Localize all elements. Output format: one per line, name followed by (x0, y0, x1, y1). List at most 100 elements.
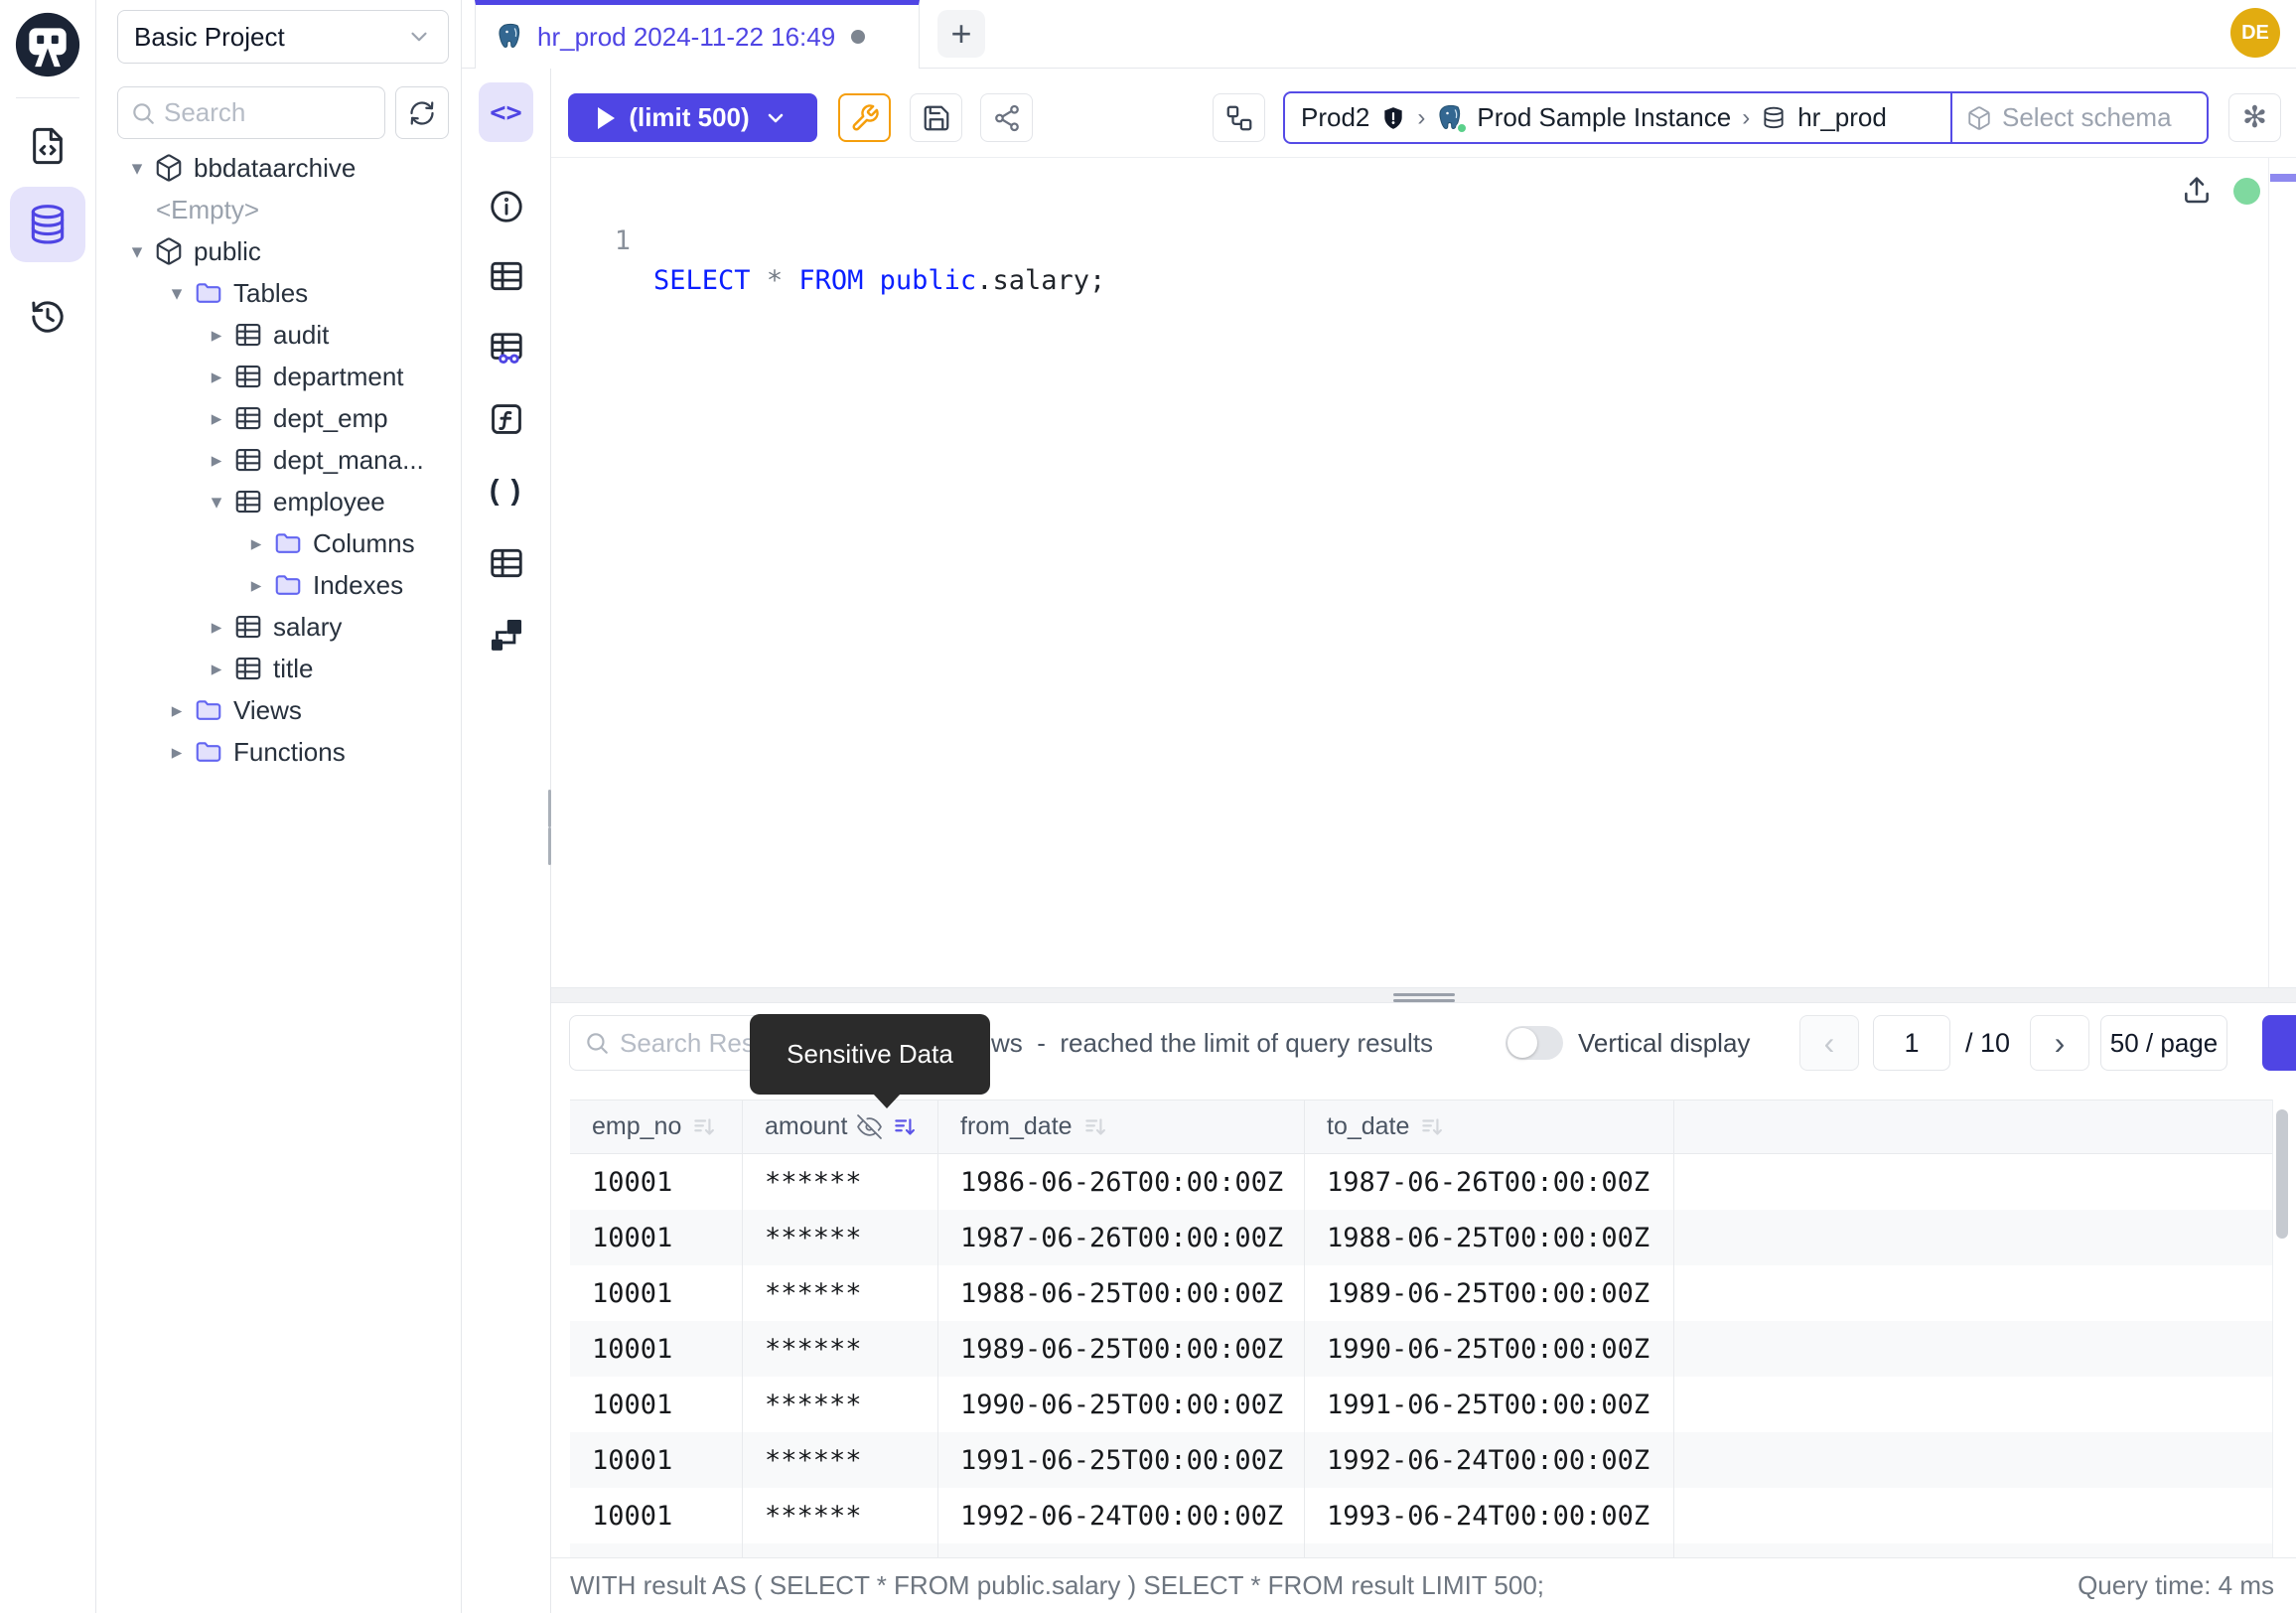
tree-caret-icon[interactable]: ▸ (200, 406, 233, 431)
cell-from-date[interactable]: 1993-06-24T00:00:00Z (937, 1543, 1304, 1557)
table-row[interactable]: 10001 ****** 1992-06-24T00:00:00Z 1993-0… (570, 1488, 2272, 1543)
sidebar-resize-handle[interactable] (548, 790, 555, 865)
info-icon[interactable] (486, 186, 527, 227)
cell-amount-masked[interactable]: ****** (742, 1154, 937, 1210)
connection-breadcrumb[interactable]: Prod2 › (1283, 91, 2209, 144)
tree-caret-icon[interactable]: ▸ (200, 448, 233, 473)
cell-from-date[interactable]: 1986-06-26T00:00:00Z (937, 1154, 1304, 1210)
project-selector[interactable]: Basic Project (117, 10, 449, 64)
tree-caret-icon[interactable]: ▾ (120, 156, 154, 181)
table-row[interactable]: 10001 ****** 1987-06-26T00:00:00Z 1988-0… (570, 1210, 2272, 1265)
history-icon[interactable] (25, 294, 71, 340)
tree-caret-icon[interactable]: ▾ (200, 490, 233, 514)
cell-amount-masked[interactable]: ****** (742, 1488, 937, 1543)
cell-from-date[interactable]: 1988-06-25T00:00:00Z (937, 1265, 1304, 1321)
cell-to-date[interactable]: 1990-06-25T00:00:00Z (1304, 1321, 1673, 1377)
cell-emp-no[interactable]: 10001 (570, 1265, 742, 1321)
export-button[interactable] (2262, 1015, 2296, 1071)
cell-emp-no[interactable]: 10001 (570, 1154, 742, 1210)
upload-icon[interactable] (2181, 174, 2213, 206)
cell-amount-masked[interactable]: ****** (742, 1377, 937, 1432)
cell-from-date[interactable]: 1992-06-24T00:00:00Z (937, 1488, 1304, 1543)
cell-to-date[interactable]: 1987-06-26T00:00:00Z (1304, 1154, 1673, 1210)
tree-item[interactable]: <Empty> (96, 189, 461, 230)
tree-item[interactable]: ▸ dept_mana... (96, 439, 461, 481)
refresh-button[interactable] (395, 86, 449, 139)
cell-amount-masked[interactable]: ****** (742, 1321, 937, 1377)
next-page-button[interactable]: › (2030, 1015, 2089, 1071)
cell-to-date[interactable]: 1988-06-25T00:00:00Z (1304, 1210, 1673, 1265)
cell-amount-masked[interactable]: ****** (742, 1543, 937, 1557)
page-size-select[interactable]: 50 / page (2100, 1015, 2227, 1071)
tree-item[interactable]: ▸ title (96, 648, 461, 689)
tree-item[interactable]: ▾ public (96, 230, 461, 272)
masked-table-icon[interactable] (486, 328, 527, 369)
functions-panel-icon[interactable] (486, 398, 527, 440)
sort-icon[interactable] (691, 1114, 717, 1140)
cell-emp-no[interactable]: 10001 (570, 1210, 742, 1265)
new-tab-button[interactable]: + (937, 10, 985, 58)
cell-to-date[interactable]: 1993-06-24T00:00:00Z (1304, 1488, 1673, 1543)
cell-from-date[interactable]: 1989-06-25T00:00:00Z (937, 1321, 1304, 1377)
tree-caret-icon[interactable]: ▸ (160, 740, 194, 765)
editor-scrollbar[interactable] (2268, 158, 2269, 987)
page-number-input[interactable] (1873, 1015, 1950, 1071)
tree-caret-icon[interactable]: ▸ (200, 365, 233, 389)
eye-off-icon[interactable] (857, 1114, 882, 1139)
tree-item[interactable]: ▸ Functions (96, 731, 461, 773)
cell-emp-no[interactable]: 10001 (570, 1377, 742, 1432)
cell-from-date[interactable]: 1991-06-25T00:00:00Z (937, 1432, 1304, 1488)
tree-item[interactable]: ▸ Columns (96, 522, 461, 564)
sql-editor-pane-button[interactable]: <> (479, 82, 533, 142)
tree-item[interactable]: ▸ Views (96, 689, 461, 731)
sort-icon-active[interactable] (892, 1114, 918, 1140)
cell-emp-no[interactable]: 10001 (570, 1432, 742, 1488)
tree-item[interactable]: ▸ department (96, 356, 461, 397)
tree-item[interactable]: ▸ Indexes (96, 564, 461, 606)
cell-to-date[interactable]: 1989-06-25T00:00:00Z (1304, 1265, 1673, 1321)
tree-item[interactable]: ▸ dept_emp (96, 397, 461, 439)
tree-caret-icon[interactable]: ▸ (239, 573, 273, 598)
column-header-to-date[interactable]: to_date (1304, 1100, 1673, 1153)
table-row[interactable]: 10001 ****** 1991-06-25T00:00:00Z 1992-0… (570, 1432, 2272, 1488)
cell-from-date[interactable]: 1987-06-26T00:00:00Z (937, 1210, 1304, 1265)
tree-item[interactable]: ▸ salary (96, 606, 461, 648)
table-scrollbar-thumb[interactable] (2276, 1109, 2288, 1239)
share-sheet-button[interactable] (980, 93, 1033, 142)
select-schema[interactable]: Select schema (1950, 93, 2207, 142)
tree-item[interactable]: ▾ bbdataarchive (96, 147, 461, 189)
panel-resize-handle[interactable] (551, 987, 2296, 1003)
tree-item[interactable]: ▾ employee (96, 481, 461, 522)
cell-to-date[interactable]: 1991-06-25T00:00:00Z (1304, 1377, 1673, 1432)
vertical-display-toggle[interactable] (1506, 1026, 1563, 1060)
ai-assistant-button[interactable]: ✻ (2228, 93, 2281, 142)
cell-amount-masked[interactable]: ****** (742, 1432, 937, 1488)
cell-emp-no[interactable]: 10001 (570, 1488, 742, 1543)
tree-caret-icon[interactable]: ▸ (200, 657, 233, 681)
tree-caret-icon[interactable]: ▸ (239, 531, 273, 556)
cell-emp-no[interactable]: 10001 (570, 1543, 742, 1557)
tree-item[interactable]: ▸ audit (96, 314, 461, 356)
schema-diagram-icon[interactable] (486, 614, 527, 656)
worksheet-icon[interactable] (25, 123, 71, 169)
bytebase-logo-icon[interactable] (13, 10, 82, 79)
run-query-button[interactable]: (limit 500) (568, 93, 817, 142)
cell-to-date[interactable]: 1994-06-24T00:00:00Z (1304, 1543, 1673, 1557)
tables-panel-icon[interactable] (486, 255, 527, 297)
tree-caret-icon[interactable]: ▸ (200, 615, 233, 640)
cell-emp-no[interactable]: 10001 (570, 1321, 742, 1377)
format-sql-button[interactable] (838, 93, 891, 142)
connection-button[interactable] (1213, 93, 1265, 142)
external-tables-icon[interactable] (486, 542, 527, 584)
tree-caret-icon[interactable]: ▾ (120, 239, 154, 264)
cell-amount-masked[interactable]: ****** (742, 1210, 937, 1265)
tree-caret-icon[interactable]: ▾ (160, 281, 194, 306)
cell-amount-masked[interactable]: ****** (742, 1265, 937, 1321)
sort-icon[interactable] (1419, 1114, 1445, 1140)
cell-from-date[interactable]: 1990-06-25T00:00:00Z (937, 1377, 1304, 1432)
prev-page-button[interactable]: ‹ (1799, 1015, 1859, 1071)
tree-caret-icon[interactable]: ▸ (200, 323, 233, 348)
sort-icon[interactable] (1082, 1114, 1108, 1140)
procedures-panel-icon[interactable]: ( ) (486, 470, 527, 512)
tree-item[interactable]: ▾ Tables (96, 272, 461, 314)
